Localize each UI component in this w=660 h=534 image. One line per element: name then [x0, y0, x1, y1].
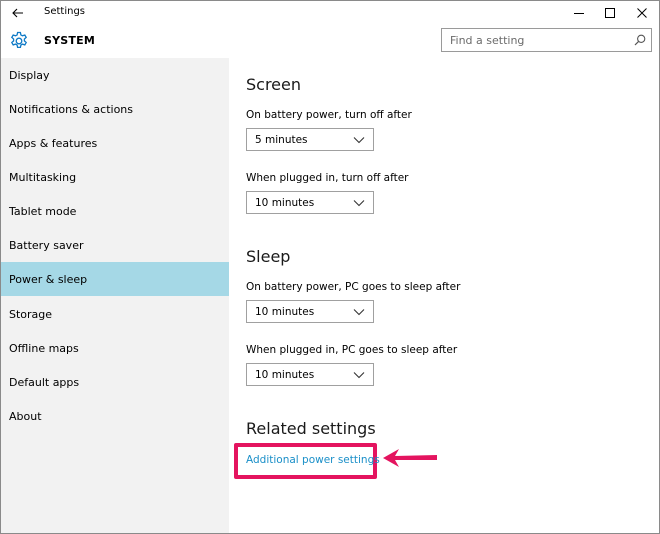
sidebar-item-label: Battery saver — [9, 238, 84, 252]
sidebar-item-label: Multitasking — [9, 170, 77, 184]
dropdown-value: 10 minutes — [255, 197, 315, 209]
screen-plugged-label: When plugged in, turn off after — [246, 172, 409, 184]
sidebar-item-display[interactable]: Display — [1, 58, 229, 92]
sidebar-item-apps-features[interactable]: Apps & features — [1, 126, 229, 160]
sidebar-item-label: Offline maps — [9, 341, 79, 355]
page-title: SYSTEM — [44, 34, 95, 47]
sleep-heading: Sleep — [246, 247, 291, 266]
dropdown-value: 10 minutes — [255, 369, 315, 381]
sidebar-item-label: About — [9, 409, 42, 423]
sidebar-item-multitasking[interactable]: Multitasking — [1, 160, 229, 194]
minimize-button[interactable] — [562, 1, 596, 25]
sleep-plugged-label: When plugged in, PC goes to sleep after — [246, 344, 458, 356]
search-icon[interactable] — [633, 33, 647, 47]
maximize-icon — [605, 8, 615, 18]
sidebar-item-battery-saver[interactable]: Battery saver — [1, 228, 229, 262]
screen-plugged-dropdown[interactable]: 10 minutes — [246, 191, 374, 214]
chevron-down-icon — [353, 137, 365, 144]
search-box[interactable] — [441, 28, 652, 52]
sidebar: Display Notifications & actions Apps & f… — [1, 58, 229, 533]
search-input[interactable] — [442, 29, 630, 51]
settings-window: Settings SYSTEM Find a setting Display N… — [0, 0, 660, 534]
related-settings-heading: Related settings — [246, 419, 376, 438]
screen-heading: Screen — [246, 75, 302, 94]
back-button[interactable] — [7, 1, 29, 25]
maximize-button[interactable] — [593, 1, 627, 25]
dropdown-value: 10 minutes — [255, 306, 315, 318]
sidebar-item-power-sleep[interactable]: Power & sleep — [1, 262, 229, 296]
sidebar-item-offline-maps[interactable]: Offline maps — [1, 331, 229, 365]
sidebar-item-label: Tablet mode — [9, 204, 77, 218]
sidebar-item-tablet-mode[interactable]: Tablet mode — [1, 194, 229, 228]
close-button[interactable] — [625, 1, 659, 25]
sidebar-item-notifications[interactable]: Notifications & actions — [1, 92, 229, 126]
close-icon — [637, 8, 647, 18]
screen-battery-dropdown[interactable]: 5 minutes — [246, 128, 374, 151]
screen-battery-label: On battery power, turn off after — [246, 109, 412, 121]
settings-header: SYSTEM — [1, 25, 659, 59]
additional-power-settings-link[interactable]: Additional power settings — [246, 454, 380, 466]
sidebar-item-label: Apps & features — [9, 136, 98, 150]
main-content: Screen On battery power, turn off after … — [229, 58, 659, 533]
sidebar-item-about[interactable]: About — [1, 399, 229, 433]
window-title: Settings — [44, 6, 86, 17]
sidebar-item-label: Notifications & actions — [9, 102, 134, 116]
sidebar-item-label: Storage — [9, 307, 53, 321]
sidebar-item-label: Power & sleep — [9, 272, 88, 286]
sleep-battery-dropdown[interactable]: 10 minutes — [246, 300, 374, 323]
dropdown-value: 5 minutes — [255, 134, 308, 146]
sidebar-item-storage[interactable]: Storage — [1, 297, 229, 331]
minimize-icon — [574, 13, 584, 14]
sleep-battery-label: On battery power, PC goes to sleep after — [246, 281, 461, 293]
chevron-down-icon — [353, 372, 365, 379]
gear-icon — [10, 31, 28, 49]
chevron-down-icon — [353, 200, 365, 207]
pointer-arrow-icon — [383, 449, 437, 467]
title-bar: Settings — [1, 1, 659, 25]
chevron-down-icon — [353, 309, 365, 316]
sidebar-item-label: Display — [9, 68, 50, 82]
sidebar-item-label: Default apps — [9, 375, 80, 389]
sleep-plugged-dropdown[interactable]: 10 minutes — [246, 363, 374, 386]
sidebar-item-default-apps[interactable]: Default apps — [1, 365, 229, 399]
back-arrow-icon — [12, 8, 23, 18]
